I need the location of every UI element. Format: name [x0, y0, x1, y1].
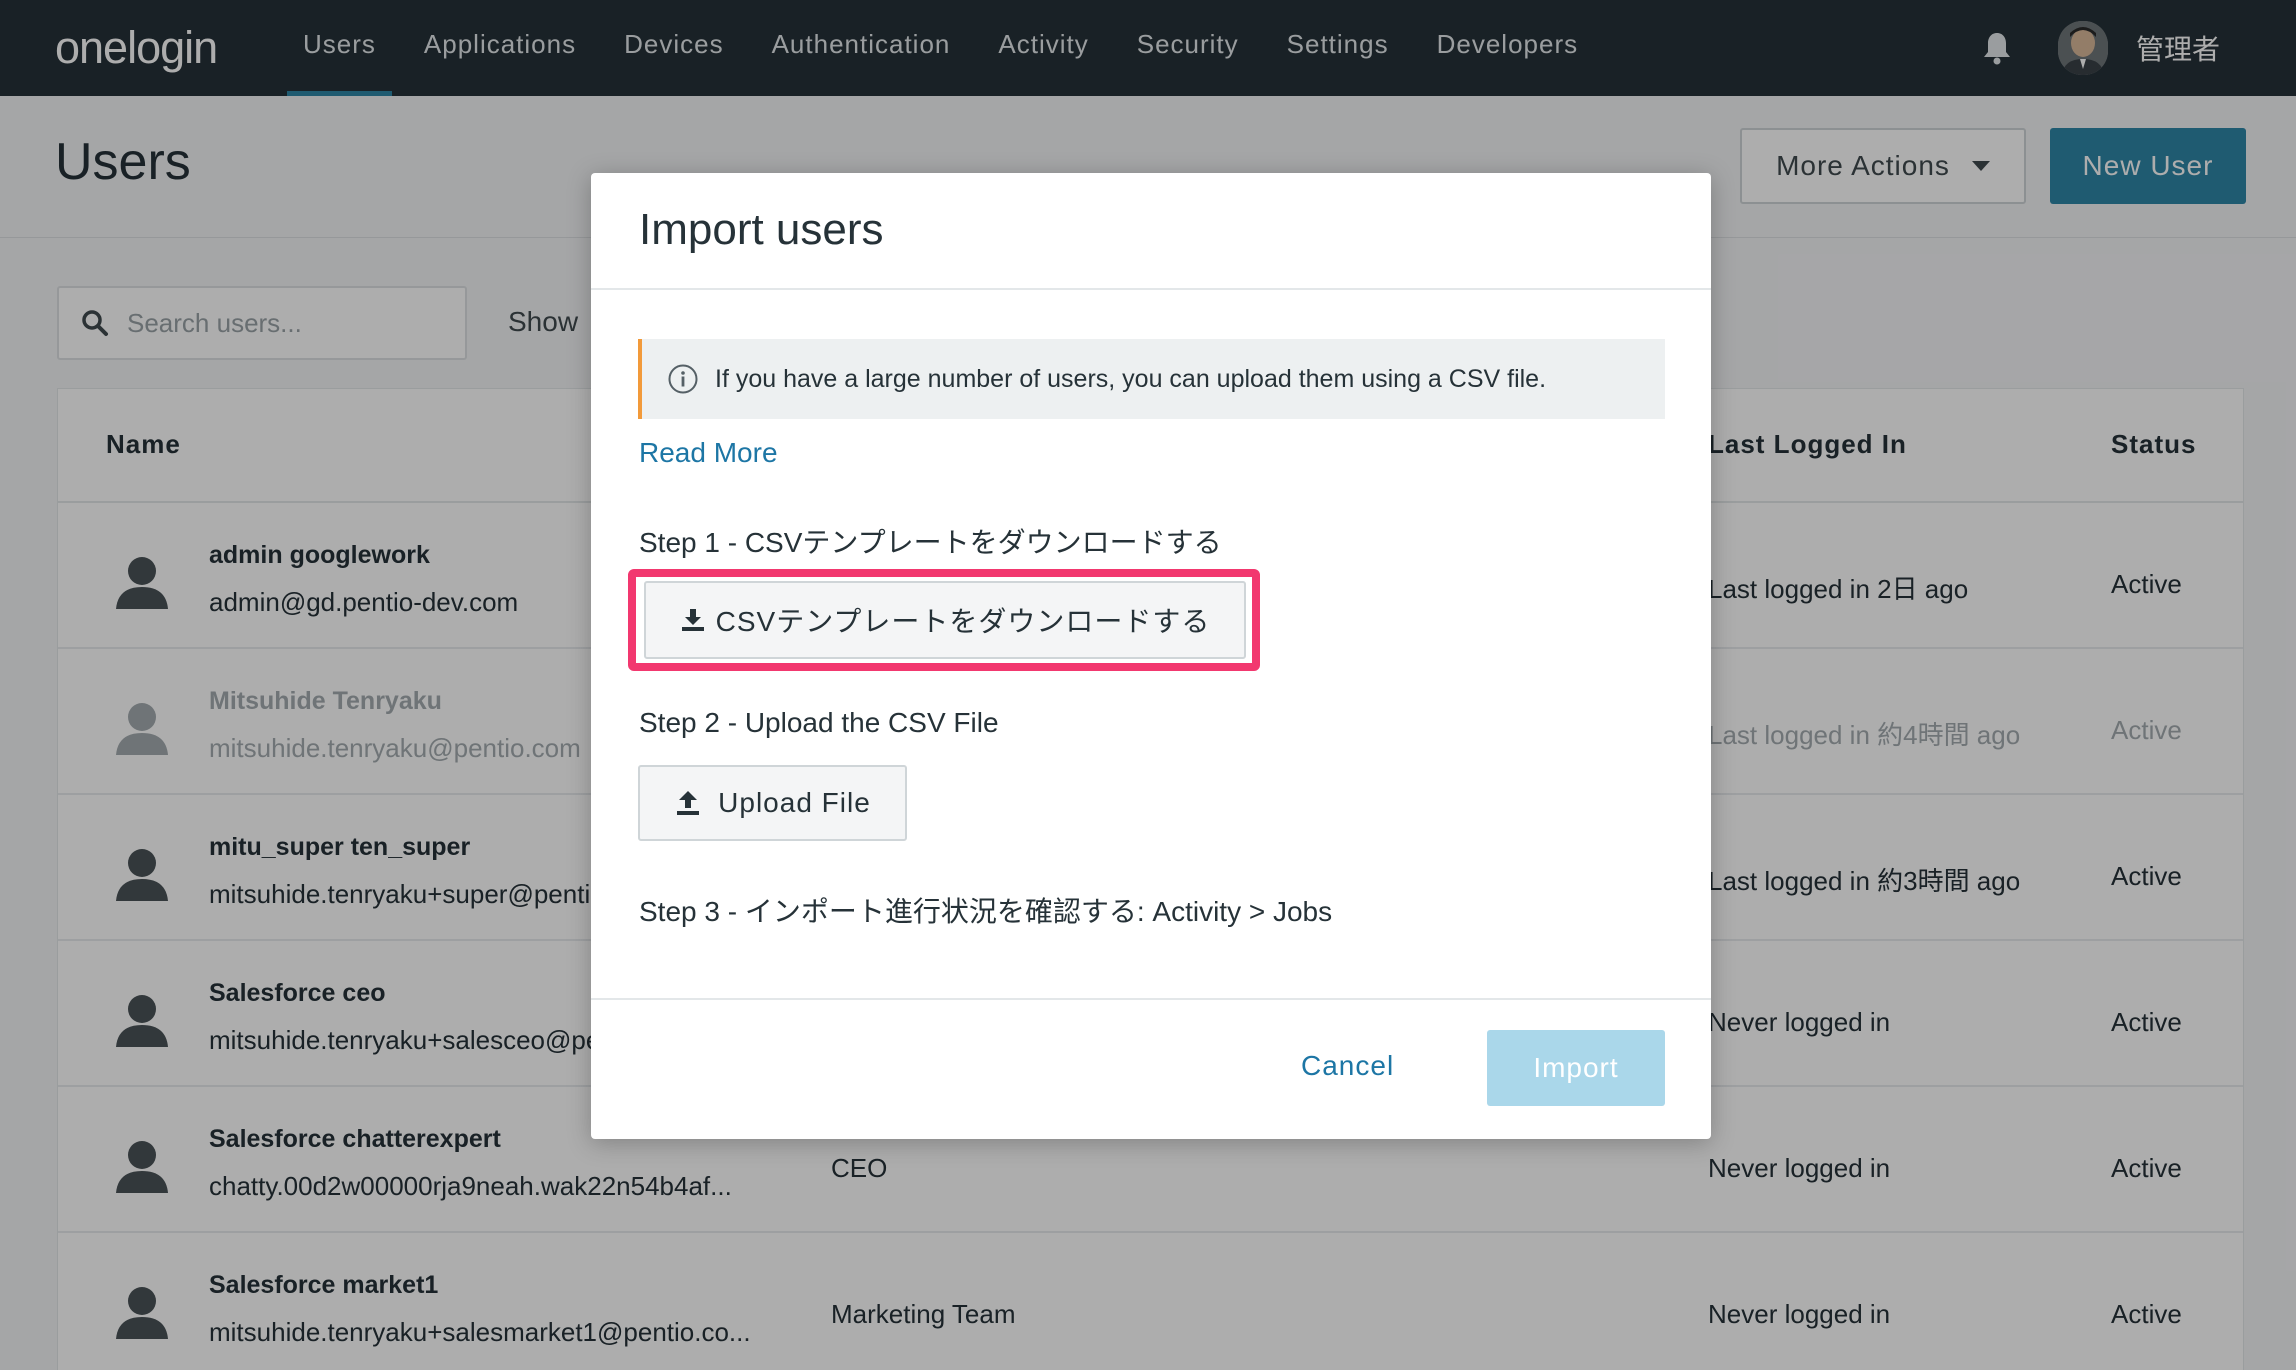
step-1-label: Step 1 - CSVテンプレートをダウンロードする — [639, 527, 1222, 558]
step-3-label: Step 3 - インポート進行状況を確認する: Activity > Jobs — [639, 896, 1333, 927]
download-icon — [681, 609, 704, 631]
upload-icon — [677, 791, 700, 815]
step-2-label: Step 2 - Upload the CSV File — [639, 707, 999, 738]
import-users-dialog: Import users If you have a large number … — [591, 173, 1711, 1139]
import-button[interactable]: Import — [1487, 1030, 1665, 1106]
read-more-link[interactable]: Read More — [639, 437, 778, 469]
dialog-footer: Cancel Import — [591, 998, 1711, 1139]
download-csv-template-button[interactable]: CSVテンプレートをダウンロードする — [644, 581, 1246, 659]
dialog-header: Import users — [591, 173, 1711, 290]
cancel-button[interactable]: Cancel — [1301, 1050, 1394, 1082]
info-text: If you have a large number of users, you… — [715, 364, 1547, 393]
upload-file-button[interactable]: Upload File — [638, 765, 907, 841]
info-icon — [668, 364, 698, 394]
upload-button-label: Upload File — [718, 787, 871, 818]
dialog-title: Import users — [639, 205, 884, 254]
info-banner: If you have a large number of users, you… — [638, 339, 1665, 419]
download-button-label: CSVテンプレートをダウンロードする — [715, 606, 1211, 637]
